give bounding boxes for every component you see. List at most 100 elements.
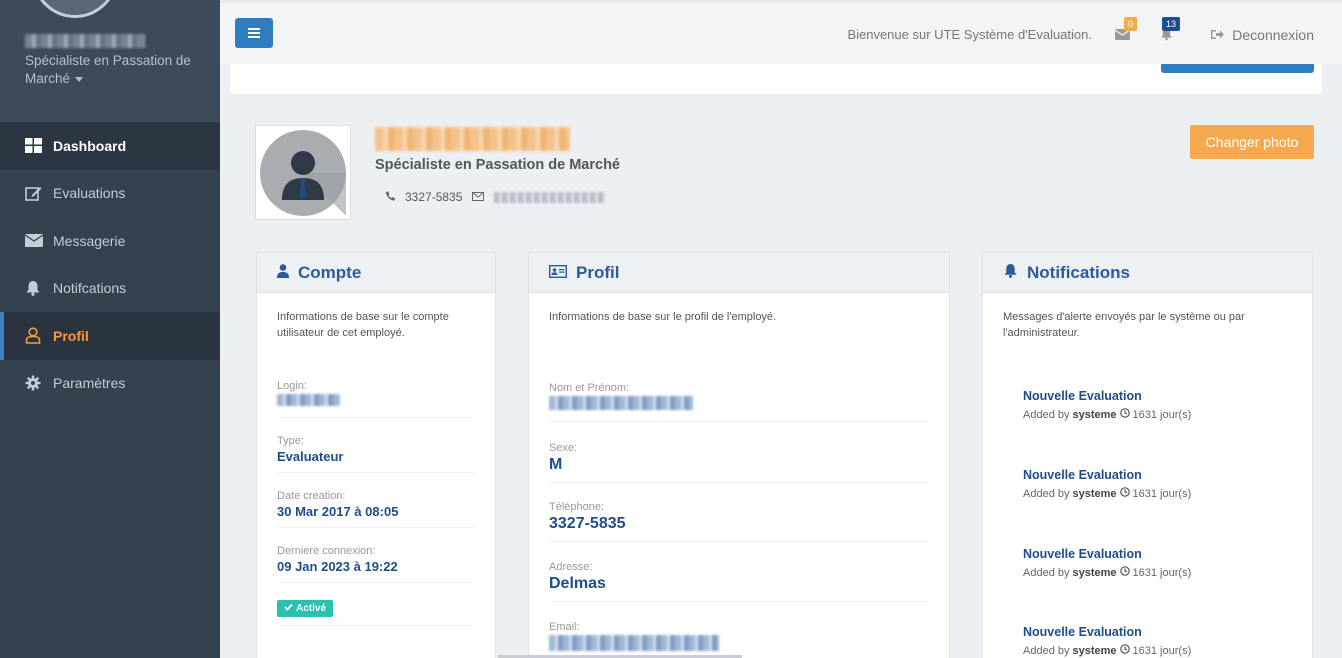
hamburger-icon (248, 32, 260, 34)
profil-panel-title: Profil (576, 262, 620, 282)
notification-author: systeme (1072, 487, 1117, 500)
notification-age: 1631 jour(s) (1132, 408, 1192, 421)
notifications-panel: Notifications Messages d'alerte envoyés … (982, 252, 1313, 658)
login-label: Login: (277, 380, 307, 392)
sidebar-item-profil[interactable]: Profil (0, 312, 220, 360)
profile-email-redacted (494, 191, 607, 203)
compte-panel: Compte Informations de base sur le compt… (256, 252, 496, 658)
sign-out-icon (1211, 27, 1225, 43)
bell-icon (1003, 263, 1018, 283)
list-item[interactable]: Nouvelle Evaluation Added by systeme 163… (1023, 389, 1191, 421)
nom-label: Nom et Prénom: (549, 382, 630, 394)
adresse-field: Adresse: Delmas (549, 561, 929, 602)
content-header-strip (230, 64, 1322, 94)
sidebar-item-evaluations[interactable]: Evaluations (0, 170, 220, 218)
sidebar-item-label: Notifcations (53, 280, 127, 297)
phone-icon (385, 190, 395, 204)
dashboard-icon (25, 138, 45, 154)
sidebar-user-panel: Spécialiste en Passation de Marché (0, 0, 220, 122)
notification-age: 1631 jour(s) (1132, 487, 1192, 500)
profil-panel-header: Profil (529, 253, 949, 293)
header-action-button[interactable] (1161, 64, 1314, 73)
date-creation-label: Date creation: (277, 490, 346, 502)
profil-panel: Profil Informations de base sur le profi… (528, 252, 950, 658)
status-badge-label: Activé (296, 603, 327, 614)
notification-title[interactable]: Nouvelle Evaluation (1023, 389, 1191, 403)
menu-toggle-button[interactable] (235, 18, 273, 48)
derniere-connexion-field: Derniere connexion: 09 Jan 2023 à 19:22 (277, 545, 475, 583)
profile-photo (255, 125, 351, 220)
sidebar-item-label: Paramètres (53, 375, 126, 392)
list-item[interactable]: Nouvelle Evaluation Added by systeme 163… (1023, 468, 1191, 500)
notification-title[interactable]: Nouvelle Evaluation (1023, 468, 1191, 482)
sidebar-item-label: Dashboard (53, 137, 127, 154)
notifications-panel-title: Notifications (1027, 262, 1130, 282)
notifications-panel-header: Notifications (983, 253, 1312, 293)
sidebar-item-dashboard[interactable]: Dashboard (0, 122, 220, 170)
profil-description: Informations de base sur le profil de l'… (549, 311, 777, 323)
user-icon (277, 263, 289, 283)
notification-meta: Added by systeme 1631 jour(s) (1023, 566, 1191, 579)
sidebar-item-messagerie[interactable]: Messagerie (0, 217, 220, 265)
adresse-value: Delmas (549, 575, 606, 592)
change-photo-button[interactable]: Changer photo (1190, 125, 1314, 159)
sidebar-user-role[interactable]: Spécialiste en Passation de Marché (25, 52, 210, 88)
email-label: Email: (549, 621, 580, 633)
sexe-label: Sexe: (549, 442, 578, 454)
clock-icon (1119, 408, 1130, 421)
added-by-label: Added by (1023, 487, 1070, 500)
sidebar-avatar[interactable] (32, 0, 118, 18)
sidebar-user-name-redacted (25, 34, 145, 48)
hamburger-icon (248, 36, 260, 38)
logout-link[interactable]: Deconnexion (1211, 27, 1314, 43)
nom-value-redacted (549, 396, 693, 410)
sidebar-item-label: Evaluations (53, 185, 126, 202)
notification-count-badge: 13 (1162, 17, 1181, 31)
profile-contact: 3327-5835 (385, 190, 607, 204)
clock-icon (1119, 644, 1130, 657)
telephone-label: Téléphone: (549, 501, 605, 513)
compte-description: Informations de base sur le compte utili… (277, 311, 449, 339)
clock-icon (1119, 566, 1130, 579)
user-icon (25, 327, 45, 345)
sexe-field: Sexe: M (549, 442, 929, 483)
status-badge: Activé (277, 600, 334, 617)
top-navbar: Bienvenue sur UTE Système d'Evaluation. … (220, 0, 1342, 64)
sidebar-nav: Dashboard Evaluations Messagerie Notifca… (0, 122, 220, 407)
list-item[interactable]: Nouvelle Evaluation Added by systeme 163… (1023, 625, 1191, 657)
notification-age: 1631 jour(s) (1132, 566, 1192, 579)
notification-meta: Added by systeme 1631 jour(s) (1023, 644, 1191, 657)
notification-title[interactable]: Nouvelle Evaluation (1023, 547, 1191, 561)
check-icon (284, 603, 293, 614)
sexe-value: M (549, 456, 563, 473)
welcome-message: Bienvenue sur UTE Système d'Evaluation. (847, 27, 1092, 42)
adresse-label: Adresse: (549, 561, 593, 573)
date-creation-value: 30 Mar 2017 à 08:05 (277, 504, 399, 519)
sidebar-item-notifications[interactable]: Notifcations (0, 265, 220, 313)
nom-field: Nom et Prénom: (549, 382, 929, 422)
login-value-redacted (277, 394, 341, 406)
sidebar: Spécialiste en Passation de Marché Dashb… (0, 0, 220, 658)
mail-count-badge: 0 (1124, 17, 1138, 31)
added-by-label: Added by (1023, 566, 1070, 579)
sidebar-user-role-text: Spécialiste en Passation de Marché (25, 53, 191, 86)
default-avatar-icon (260, 129, 346, 216)
sidebar-item-parametres[interactable]: Paramètres (0, 360, 220, 408)
bell-icon (25, 280, 45, 297)
date-creation-field: Date creation: 30 Mar 2017 à 08:05 (277, 490, 475, 528)
logout-label: Deconnexion (1232, 27, 1314, 43)
notifications-description: Messages d'alerte envoyés par le système… (1003, 311, 1245, 339)
notification-title[interactable]: Nouvelle Evaluation (1023, 625, 1191, 639)
type-label: Type: (277, 435, 304, 447)
main-content: Spécialiste en Passation de Marché 3327-… (220, 64, 1342, 658)
clock-icon (1119, 487, 1130, 500)
added-by-label: Added by (1023, 644, 1070, 657)
divider (277, 625, 475, 626)
compte-panel-header: Compte (257, 253, 495, 293)
edit-icon (25, 186, 45, 201)
hamburger-icon (248, 28, 260, 30)
profile-phone: 3327-5835 (405, 190, 463, 204)
telephone-value: 3327-5835 (549, 515, 626, 532)
list-item[interactable]: Nouvelle Evaluation Added by systeme 163… (1023, 547, 1191, 579)
derniere-connexion-value: 09 Jan 2023 à 19:22 (277, 559, 398, 574)
